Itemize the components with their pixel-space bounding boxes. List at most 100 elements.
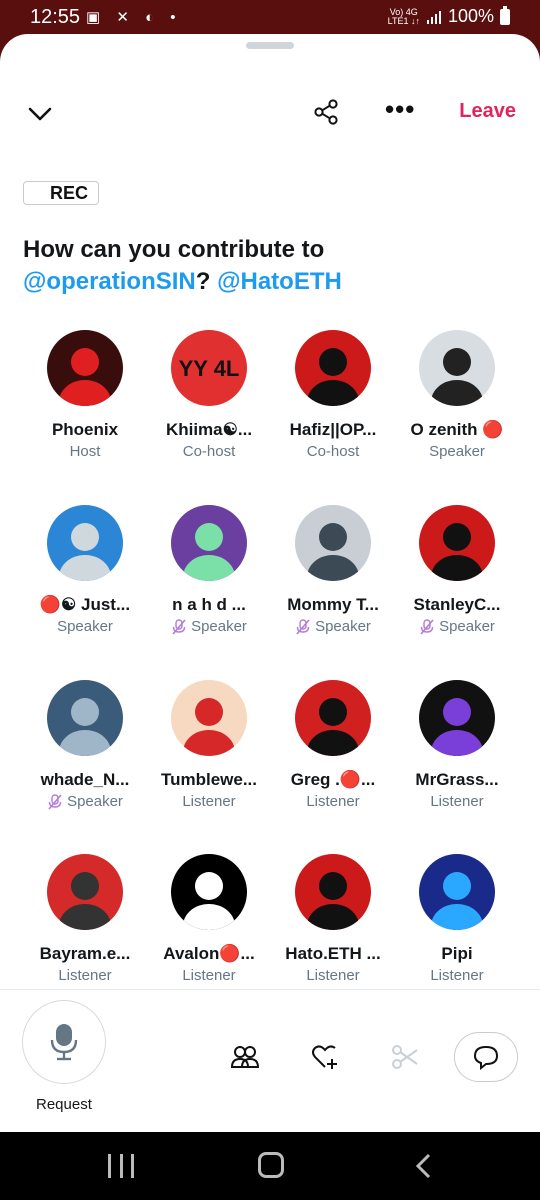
mic-muted-icon	[420, 618, 434, 635]
participant-card[interactable]: O zenith 🔴 Speaker	[395, 330, 519, 460]
participant-card[interactable]: n a h d ... Speaker	[147, 505, 271, 635]
heart-add-icon[interactable]	[310, 1042, 340, 1072]
participant-card[interactable]: Mommy T... Speaker	[271, 505, 395, 635]
avatar[interactable]	[47, 330, 123, 406]
avatar[interactable]	[295, 854, 371, 930]
participant-role: Speaker	[395, 618, 519, 635]
avatar-art	[59, 523, 111, 581]
microphone-icon	[50, 1024, 78, 1061]
participant-name: Hato.ETH ...	[285, 944, 381, 963]
space-title: How can you contribute to @operationSIN?…	[23, 234, 523, 298]
avatar[interactable]	[419, 330, 495, 406]
network-indicator: Vo) 4G LTE1 ↓↑	[387, 6, 420, 26]
avatar[interactable]	[419, 854, 495, 930]
mic-muted-icon	[48, 793, 62, 810]
participant-card[interactable]: Bayram.e... Listener	[23, 854, 147, 984]
status-bar: 12:55 ▣ ✕ ◐ • Vo) 4G LTE1 ↓↑ 100%	[0, 0, 540, 34]
title-text: How can you contribute to	[23, 236, 325, 263]
participant-name: O zenith 🔴	[410, 420, 504, 439]
signal-icon	[426, 10, 441, 24]
participant-role-label: Speaker	[315, 618, 371, 635]
more-options-icon[interactable]: •••	[385, 96, 415, 122]
avatar-art	[183, 698, 235, 756]
space-toolbar: ••• Leave	[0, 94, 540, 134]
sheet-grabber[interactable]	[246, 42, 294, 49]
avatar[interactable]	[419, 505, 495, 581]
chevron-down-icon[interactable]	[26, 100, 54, 128]
people-icon[interactable]	[230, 1042, 260, 1072]
battery-percent: 100%	[447, 6, 494, 26]
avatar-art	[431, 698, 483, 756]
participant-card[interactable]: Tumblewe... Listener	[147, 680, 271, 810]
participant-card[interactable]: Avalon🔴... Listener	[147, 854, 271, 984]
avatar[interactable]	[295, 680, 371, 756]
mention-operationsin[interactable]: @operationSIN	[23, 268, 196, 295]
participant-role: Listener	[147, 967, 271, 984]
avatar-art	[307, 523, 359, 581]
participant-role-label: Speaker	[439, 618, 495, 635]
participant-card[interactable]: Pipi Listener	[395, 854, 519, 984]
android-nav-bar	[0, 1132, 540, 1200]
recent-apps-icon[interactable]	[108, 1154, 134, 1178]
notification-icons: ▣ ✕ ◐ •	[86, 9, 182, 26]
request-mic-button[interactable]	[22, 1000, 106, 1084]
participant-role-label: Speaker	[57, 618, 113, 635]
participant-role-label: Co-host	[306, 443, 360, 460]
avatar[interactable]	[171, 505, 247, 581]
avatar[interactable]	[47, 854, 123, 930]
participant-name: Mommy T...	[287, 595, 379, 614]
avatar[interactable]: YY 4L	[171, 330, 247, 406]
participant-name: Bayram.e...	[39, 944, 131, 963]
participant-name: StanleyC...	[413, 595, 501, 614]
participant-role-label: Listener	[430, 967, 484, 984]
avatar[interactable]	[47, 505, 123, 581]
participant-role: Listener	[395, 793, 519, 810]
avatar[interactable]	[47, 680, 123, 756]
participant-name: Avalon🔴...	[163, 944, 255, 963]
participant-name: n a h d ...	[172, 595, 246, 614]
participant-card[interactable]: Hato.ETH ... Listener	[271, 854, 395, 984]
avatar[interactable]	[295, 505, 371, 581]
leave-button[interactable]: Leave	[459, 100, 516, 123]
back-icon[interactable]	[414, 1152, 434, 1180]
avatar-art	[59, 872, 111, 930]
scissors-icon[interactable]	[390, 1042, 420, 1072]
participant-card[interactable]: YY 4L Khiima☯... Co-host	[147, 330, 271, 460]
participant-name: Hafiz||OP...	[289, 420, 377, 439]
participant-name: Phoenix	[51, 420, 119, 439]
participant-name: 🔴☯ Just...	[39, 595, 131, 614]
home-icon[interactable]	[258, 1152, 284, 1178]
participant-role: Co-host	[147, 443, 271, 460]
participant-card[interactable]: whade_N... Speaker	[23, 680, 147, 810]
participant-name: Khiima☯...	[165, 420, 253, 439]
participant-role-label: Host	[69, 443, 101, 460]
avatar-art	[59, 348, 111, 406]
mention-hatoeth[interactable]: @HatoETH	[217, 268, 342, 295]
bottom-divider	[0, 989, 540, 990]
participant-card[interactable]: 🔴☯ Just... Speaker	[23, 505, 147, 635]
participant-card[interactable]: Greg .🔴... Listener	[271, 680, 395, 810]
participant-card[interactable]: MrGrass... Listener	[395, 680, 519, 810]
participant-name: MrGrass...	[415, 770, 499, 789]
participant-card[interactable]: Hafiz||OP... Co-host	[271, 330, 395, 460]
avatar[interactable]	[419, 680, 495, 756]
avatar[interactable]	[295, 330, 371, 406]
avatar[interactable]	[171, 680, 247, 756]
rec-label: REC	[50, 182, 89, 203]
participant-card[interactable]: StanleyC... Speaker	[395, 505, 519, 635]
participant-role-label: Speaker	[191, 618, 247, 635]
participant-role-label: Listener	[306, 793, 360, 810]
share-icon[interactable]	[312, 98, 340, 126]
avatar-art	[431, 348, 483, 406]
participant-role: Listener	[23, 967, 147, 984]
avatar-text: YY 4L	[179, 356, 240, 381]
participant-role: Listener	[147, 793, 271, 810]
status-right: Vo) 4G LTE1 ↓↑ 100%	[387, 5, 510, 27]
participant-card[interactable]: Phoenix Host	[23, 330, 147, 460]
chat-button[interactable]	[454, 1032, 518, 1082]
participant-role-label: Listener	[306, 967, 360, 984]
participant-role-label: Speaker	[429, 443, 485, 460]
avatar[interactable]	[171, 854, 247, 930]
participant-role: Speaker	[23, 618, 147, 635]
participant-role: Speaker	[147, 618, 271, 635]
